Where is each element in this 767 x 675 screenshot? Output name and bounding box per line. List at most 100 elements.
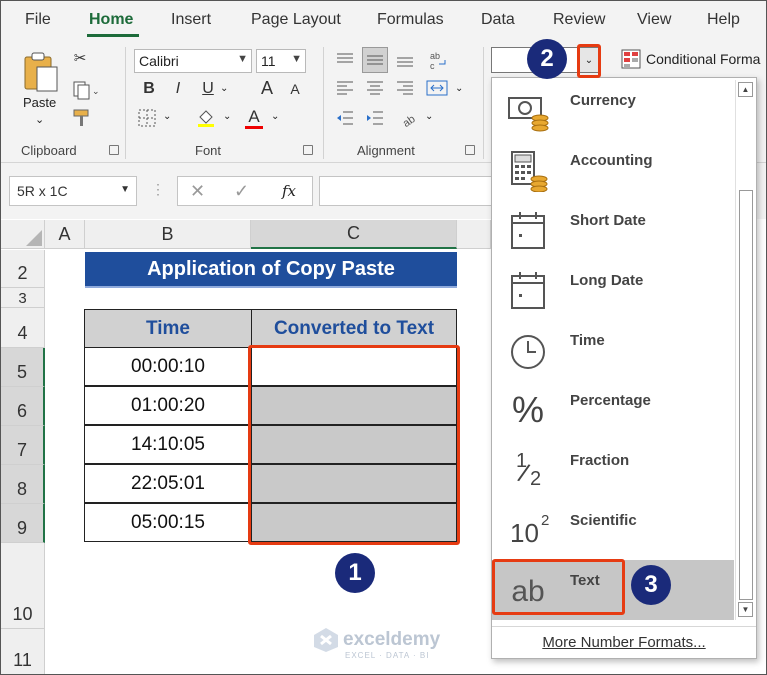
italic-button[interactable]: I <box>169 79 187 99</box>
time-cell[interactable]: 01:00:20 <box>84 386 252 425</box>
fraction-denominator: 2 <box>530 468 542 490</box>
tab-view[interactable]: View <box>637 11 671 29</box>
font-name-value: Calibri <box>139 53 179 69</box>
format-option-accounting[interactable]: Accounting <box>492 140 734 200</box>
name-box-value: 5R x 1C <box>17 183 68 199</box>
tab-insert[interactable]: Insert <box>171 11 211 29</box>
enter-check-icon[interactable]: ✓ <box>234 181 249 202</box>
increase-indent-icon[interactable] <box>363 107 387 129</box>
orientation-icon[interactable]: ab <box>399 107 419 129</box>
drag-handle-icon[interactable]: ⋮ <box>151 181 165 198</box>
alignment-launcher-icon[interactable] <box>465 145 475 155</box>
currency-icon <box>508 97 549 132</box>
column-header-d[interactable] <box>457 220 491 249</box>
align-right-icon[interactable] <box>393 77 417 99</box>
decrease-indent-icon[interactable] <box>333 107 357 129</box>
chevron-down-icon[interactable]: ⌄ <box>455 83 463 94</box>
paste-button[interactable] <box>19 49 63 97</box>
percent-icon: % <box>506 388 550 432</box>
bold-button[interactable]: B <box>140 79 158 99</box>
chevron-down-icon[interactable]: ⌄ <box>271 111 279 122</box>
time-cell[interactable]: 22:05:01 <box>84 464 252 503</box>
paste-dropdown-icon[interactable]: ⌄ <box>35 113 44 126</box>
row-header-11[interactable]: 11 <box>1 629 45 674</box>
time-cell[interactable]: 00:00:10 <box>84 347 252 386</box>
align-top-icon[interactable] <box>333 49 357 71</box>
font-size-select[interactable]: 11 ▼ <box>256 49 306 73</box>
clipboard-launcher-icon[interactable] <box>109 145 119 155</box>
name-box[interactable]: 5R x 1C ▼ <box>9 176 137 206</box>
row-header-10[interactable]: 10 <box>1 543 45 629</box>
more-number-formats-link[interactable]: More Number Formats... <box>492 626 756 658</box>
format-option-scientific[interactable]: 10 2 Scientific <box>492 500 734 560</box>
font-size-value: 11 <box>261 53 276 69</box>
format-painter-icon[interactable] <box>71 107 93 129</box>
conditional-formatting-icon[interactable] <box>621 49 641 69</box>
font-name-select[interactable]: Calibri ▼ <box>134 49 252 73</box>
tab-page-layout[interactable]: Page Layout <box>251 11 341 29</box>
format-option-time[interactable]: Time <box>492 320 734 380</box>
tab-help[interactable]: Help <box>707 11 740 29</box>
row-header-2[interactable]: 2 <box>1 250 45 288</box>
row-header-3[interactable]: 3 <box>1 288 45 308</box>
scrollbar-thumb[interactable] <box>739 190 753 600</box>
menu-scrollbar[interactable]: ▲ ▼ <box>735 80 755 620</box>
row-header-4[interactable]: 4 <box>1 308 45 348</box>
table-header-converted[interactable]: Converted to Text <box>251 309 457 348</box>
format-option-fraction[interactable]: 1 / 2 Fraction <box>492 440 734 500</box>
format-option-long-date[interactable]: Long Date <box>492 260 734 320</box>
scroll-up-icon[interactable]: ▲ <box>738 82 753 97</box>
font-launcher-icon[interactable] <box>303 145 313 155</box>
svg-text:⌄: ⌄ <box>92 86 99 96</box>
row-header-9[interactable]: 9 <box>1 504 45 543</box>
table-header-time[interactable]: Time <box>84 309 252 348</box>
calendar-icon <box>511 272 545 309</box>
row-header-7[interactable]: 7 <box>1 426 45 465</box>
time-cell[interactable]: 14:10:05 <box>84 425 252 464</box>
column-header-b[interactable]: B <box>85 220 251 249</box>
svg-text:c: c <box>430 61 435 71</box>
row-header-5[interactable]: 5 <box>1 348 45 387</box>
align-bottom-icon[interactable] <box>393 49 417 71</box>
cut-icon[interactable]: ✂ <box>71 49 89 67</box>
formula-input[interactable] <box>319 176 499 206</box>
tab-home[interactable]: Home <box>89 11 133 29</box>
grow-font-button[interactable]: A <box>259 77 275 99</box>
tab-review[interactable]: Review <box>553 11 605 29</box>
tab-formulas[interactable]: Formulas <box>377 11 444 29</box>
borders-icon[interactable] <box>137 109 157 127</box>
tab-data[interactable]: Data <box>481 11 515 29</box>
shrink-font-button[interactable]: A <box>288 79 302 99</box>
sheet-title: Application of Copy Paste <box>85 252 457 288</box>
fraction-icon: 1 / 2 <box>506 448 550 492</box>
more-number-formats-label: More Number Formats... <box>542 634 706 651</box>
conditional-formatting-label[interactable]: Conditional Forma <box>646 51 760 67</box>
tab-file[interactable]: File <box>25 11 51 29</box>
column-header-a[interactable]: A <box>45 220 85 249</box>
row-header-6[interactable]: 6 <box>1 387 45 426</box>
format-option-percentage[interactable]: % Percentage <box>492 380 734 440</box>
format-option-short-date[interactable]: Short Date <box>492 200 734 260</box>
align-left-icon[interactable] <box>333 77 357 99</box>
fill-color-icon[interactable] <box>195 107 217 129</box>
cancel-icon[interactable]: ✕ <box>190 181 205 202</box>
row-header-8[interactable]: 8 <box>1 465 45 504</box>
font-color-button[interactable]: A <box>243 105 265 129</box>
scroll-down-icon[interactable]: ▼ <box>738 602 753 617</box>
align-center-icon[interactable] <box>363 77 387 99</box>
align-middle-icon[interactable] <box>362 47 388 73</box>
chevron-down-icon[interactable]: ⌄ <box>220 83 228 94</box>
insert-function-icon[interactable]: fx <box>282 182 296 200</box>
clock-icon <box>511 335 545 369</box>
chevron-down-icon[interactable]: ⌄ <box>163 111 171 122</box>
wrap-text-icon[interactable]: ab c <box>425 47 451 73</box>
column-header-c[interactable]: C <box>251 220 457 249</box>
copy-icon[interactable]: ⌄ <box>71 79 101 101</box>
time-cell[interactable]: 05:00:15 <box>84 503 252 542</box>
underline-button[interactable]: U <box>199 79 217 99</box>
chevron-down-icon[interactable]: ⌄ <box>223 111 231 122</box>
merge-center-icon[interactable] <box>425 77 449 99</box>
chevron-down-icon[interactable]: ⌄ <box>425 111 433 122</box>
format-option-currency[interactable]: Currency <box>492 80 734 140</box>
select-all-corner[interactable] <box>1 220 45 249</box>
